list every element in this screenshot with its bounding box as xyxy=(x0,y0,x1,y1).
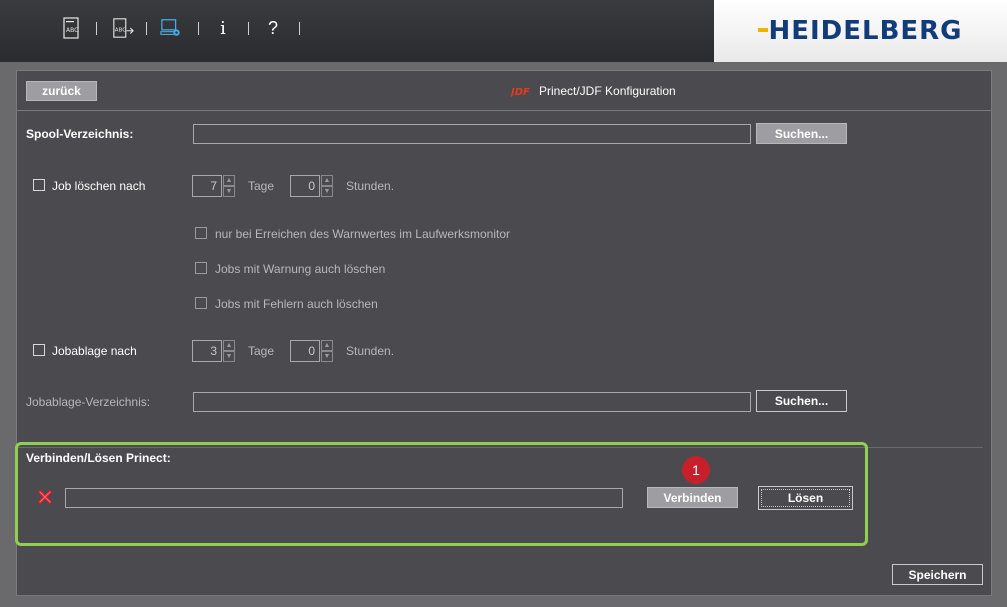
stepper-up-icon[interactable]: ▲ xyxy=(321,175,333,186)
spool-search-button[interactable]: Suchen... xyxy=(756,123,847,144)
stepper-down-icon[interactable]: ▼ xyxy=(321,351,333,362)
spool-directory-label: Spool-Verzeichnis: xyxy=(26,127,134,141)
job-archive-hours-value[interactable]: 0 xyxy=(290,340,320,362)
abc-document-icon[interactable]: ABC xyxy=(60,16,82,40)
delete-with-warning-label: Jobs mit Warnung auch löschen xyxy=(215,262,386,276)
delete-with-warning-checkbox[interactable] xyxy=(195,262,207,274)
toolbar-separator xyxy=(96,22,97,35)
svg-text:ABC: ABC xyxy=(115,28,126,34)
delete-with-errors-label: Jobs mit Fehlern auch löschen xyxy=(215,297,378,311)
job-archive-days-value[interactable]: 3 xyxy=(192,340,222,362)
logo-text: HEIDELBERG xyxy=(768,16,963,46)
archive-directory-input[interactable] xyxy=(193,392,751,412)
stepper-up-icon[interactable]: ▲ xyxy=(223,175,235,186)
save-button[interactable]: Speichern xyxy=(892,564,983,585)
job-delete-hours-stepper[interactable]: 0 ▲ ▼ xyxy=(290,175,333,197)
page-title: JDF Prinect/JDF Konfiguration xyxy=(511,83,676,99)
job-archive-hours-stepper[interactable]: 0 ▲ ▼ xyxy=(290,340,333,362)
top-toolbar: ABC ABC i ? HEIDELBERG xyxy=(0,0,1007,62)
job-archive-days-unit: Tage xyxy=(248,344,275,358)
connect-section-highlight xyxy=(15,442,868,546)
callout-badge: 1 xyxy=(682,456,710,484)
toolbar-separator xyxy=(299,22,300,35)
stepper-down-icon[interactable]: ▼ xyxy=(223,351,235,362)
job-archive-label: Jobablage nach xyxy=(52,344,137,358)
page-title-text: Prinect/JDF Konfiguration xyxy=(539,84,676,98)
job-archive-days-stepper[interactable]: 3 ▲ ▼ xyxy=(192,340,235,362)
info-icon[interactable]: i xyxy=(212,16,234,40)
panel-header: zurück JDF Prinect/JDF Konfiguration xyxy=(17,71,991,111)
back-button[interactable]: zurück xyxy=(26,81,97,101)
svg-text:ABC: ABC xyxy=(66,27,78,34)
stepper-down-icon[interactable]: ▼ xyxy=(321,186,333,197)
job-delete-days-stepper[interactable]: 7 ▲ ▼ xyxy=(192,175,235,197)
delete-with-errors-checkbox[interactable] xyxy=(195,297,207,309)
heidelberg-logo: HEIDELBERG xyxy=(714,0,1007,62)
stepper-up-icon[interactable]: ▲ xyxy=(321,340,333,351)
job-delete-hours-value[interactable]: 0 xyxy=(290,175,320,197)
computer-settings-icon[interactable] xyxy=(160,16,182,40)
help-icon[interactable]: ? xyxy=(262,16,284,40)
archive-search-button[interactable]: Suchen... xyxy=(756,390,847,412)
job-archive-hours-unit: Stunden. xyxy=(346,344,395,358)
svg-text:JDF: JDF xyxy=(511,87,530,98)
stepper-down-icon[interactable]: ▼ xyxy=(223,186,235,197)
job-delete-days-unit: Tage xyxy=(248,179,275,193)
logo-mark xyxy=(758,28,769,32)
jdf-icon: JDF xyxy=(511,83,533,99)
archive-directory-label: Jobablage-Verzeichnis: xyxy=(26,395,151,409)
abc-export-icon[interactable]: ABC xyxy=(112,16,134,40)
stepper-up-icon[interactable]: ▲ xyxy=(223,340,235,351)
job-archive-checkbox[interactable] xyxy=(33,344,45,356)
toolbar-separator xyxy=(198,22,199,35)
job-delete-days-value[interactable]: 7 xyxy=(192,175,222,197)
warn-threshold-label: nur bei Erreichen des Warnwertes im Lauf… xyxy=(215,227,511,241)
spool-directory-input[interactable] xyxy=(193,124,751,144)
toolbar-separator xyxy=(248,22,249,35)
warn-threshold-checkbox[interactable] xyxy=(195,227,207,239)
job-delete-label: Job löschen nach xyxy=(52,179,146,193)
job-delete-hours-unit: Stunden. xyxy=(346,179,395,193)
job-delete-checkbox[interactable] xyxy=(33,179,45,191)
toolbar-separator xyxy=(146,22,147,35)
